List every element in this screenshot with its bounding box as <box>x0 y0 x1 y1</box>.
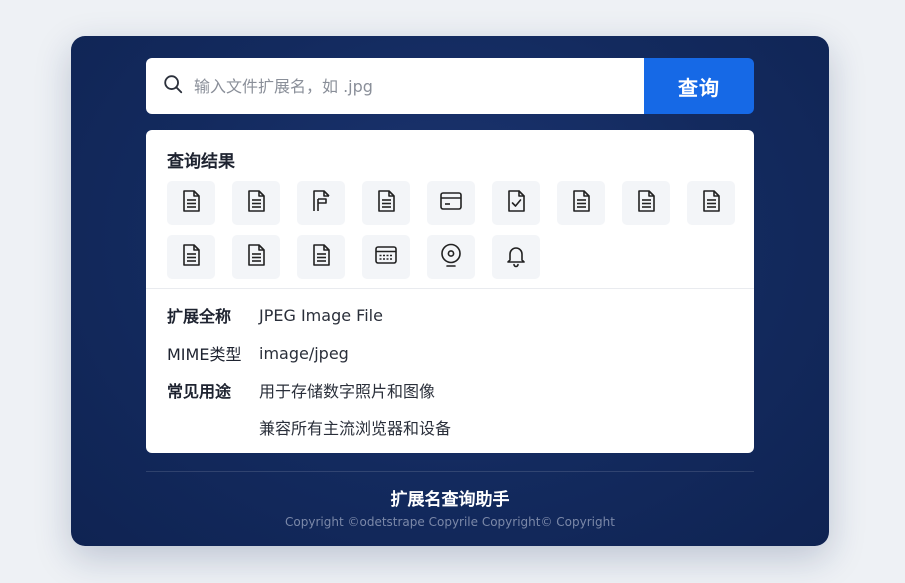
result-tile[interactable] <box>427 235 475 279</box>
document-icon <box>242 187 270 219</box>
document-icon <box>567 187 595 219</box>
footer-title: 扩展名查询助手 <box>390 490 510 510</box>
info-label: 常见用途 <box>167 382 232 401</box>
info-label: MIME类型 <box>167 345 242 364</box>
info-label: 扩展全称 <box>167 307 232 326</box>
icon-grid <box>167 181 747 279</box>
info-row-mime: MIME类型 image/jpeg <box>167 341 349 365</box>
search-button[interactable]: 查询 <box>644 58 754 114</box>
result-tile[interactable] <box>687 181 735 225</box>
document-icon <box>242 241 270 273</box>
results-title: 查询结果 <box>167 152 235 172</box>
file-flag-icon <box>307 187 335 219</box>
result-tile[interactable] <box>297 235 345 279</box>
search-bar: 查询 <box>146 58 754 114</box>
result-tile[interactable] <box>492 235 540 279</box>
search-input[interactable] <box>184 58 644 114</box>
result-tile[interactable] <box>167 181 215 225</box>
result-tile[interactable] <box>362 181 410 225</box>
info-value: JPEG Image File <box>259 305 383 325</box>
info-row-usage-extra: 兼容所有主流浏览器和设备 <box>167 415 451 439</box>
document-icon <box>372 187 400 219</box>
document-icon <box>177 187 205 219</box>
info-value: image/jpeg <box>259 343 349 363</box>
window-card-icon <box>437 187 465 219</box>
info-row-fullname: 扩展全称 JPEG Image File <box>167 303 383 327</box>
results-panel: 查询结果 扩展全称 JPEG Image File MIME类型 image/j… <box>146 130 754 453</box>
document-icon <box>697 187 725 219</box>
result-tile[interactable] <box>427 181 475 225</box>
result-tile[interactable] <box>362 235 410 279</box>
result-tile[interactable] <box>297 181 345 225</box>
info-value: 用于存储数字照片和图像 <box>259 382 436 401</box>
result-tile[interactable] <box>232 181 280 225</box>
search-icon <box>162 73 184 99</box>
document-check-icon <box>502 187 530 219</box>
result-tile[interactable] <box>622 181 670 225</box>
window-list-icon <box>372 241 400 273</box>
result-tile[interactable] <box>492 181 540 225</box>
app-card: 查询 查询结果 <box>71 36 829 546</box>
document-icon <box>307 241 335 273</box>
footer-divider <box>146 471 754 472</box>
search-box[interactable] <box>146 58 644 114</box>
result-tile[interactable] <box>167 235 215 279</box>
info-value: 兼容所有主流浏览器和设备 <box>259 419 452 438</box>
footer-copyright: Copyright ©odetstrape Copyrile Copyright… <box>285 515 615 529</box>
document-icon <box>632 187 660 219</box>
info-row-usage: 常见用途 用于存储数字照片和图像 <box>167 378 435 402</box>
divider <box>146 288 754 289</box>
document-icon <box>177 241 205 273</box>
disc-icon <box>437 241 465 273</box>
bell-icon <box>502 241 530 273</box>
result-tile[interactable] <box>557 181 605 225</box>
result-tile[interactable] <box>232 235 280 279</box>
